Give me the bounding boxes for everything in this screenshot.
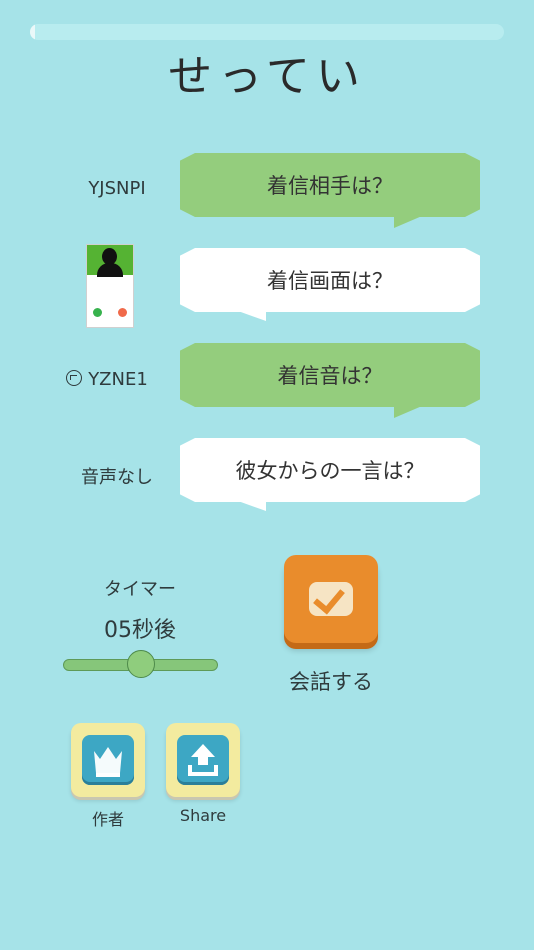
ringtone-name: YZNE1 xyxy=(88,369,148,390)
bubble-tail xyxy=(394,216,422,228)
bubble-tail xyxy=(238,311,266,321)
sound-icon xyxy=(66,370,83,386)
timer-title: タイマー xyxy=(104,579,176,600)
message-select-button[interactable]: 彼女からの一言は？ xyxy=(180,438,480,502)
bubble-tail xyxy=(394,406,422,418)
ringtone-select-button[interactable]: 着信音は？ xyxy=(180,343,480,407)
caller-name-label: YJSNPI xyxy=(88,178,146,199)
timer-value: 05秒後 xyxy=(104,618,176,643)
caller-select-button[interactable]: 着信相手は？ xyxy=(180,153,480,217)
call-screen-select-button[interactable]: 着信画面は？ xyxy=(180,248,480,312)
call-screen-thumbnail xyxy=(86,244,134,328)
start-conversation-label: 会話する xyxy=(289,670,373,694)
share-upload-icon xyxy=(177,735,229,785)
accept-call-icon xyxy=(93,308,102,317)
decline-call-icon xyxy=(118,308,127,317)
share-label: Share xyxy=(179,806,227,825)
page-title: せってい xyxy=(168,51,366,102)
start-conversation-button[interactable] xyxy=(284,555,378,643)
avatar-body xyxy=(97,263,123,277)
author-button[interactable] xyxy=(71,723,145,797)
progress-fill xyxy=(30,24,35,40)
crown-icon xyxy=(82,735,134,785)
slider-thumb[interactable] xyxy=(126,650,155,678)
progress-bar xyxy=(30,24,504,40)
timer-slider[interactable] xyxy=(63,650,218,678)
ringtone-label: YZNE1 xyxy=(32,369,182,390)
share-button[interactable] xyxy=(166,723,240,797)
bubble-tail xyxy=(238,501,266,511)
check-icon xyxy=(309,581,353,616)
message-voice-label: 音声なし xyxy=(81,467,153,488)
check-mark xyxy=(313,581,345,615)
author-label: 作者 xyxy=(91,810,124,829)
phone-thumb-header xyxy=(87,245,133,277)
